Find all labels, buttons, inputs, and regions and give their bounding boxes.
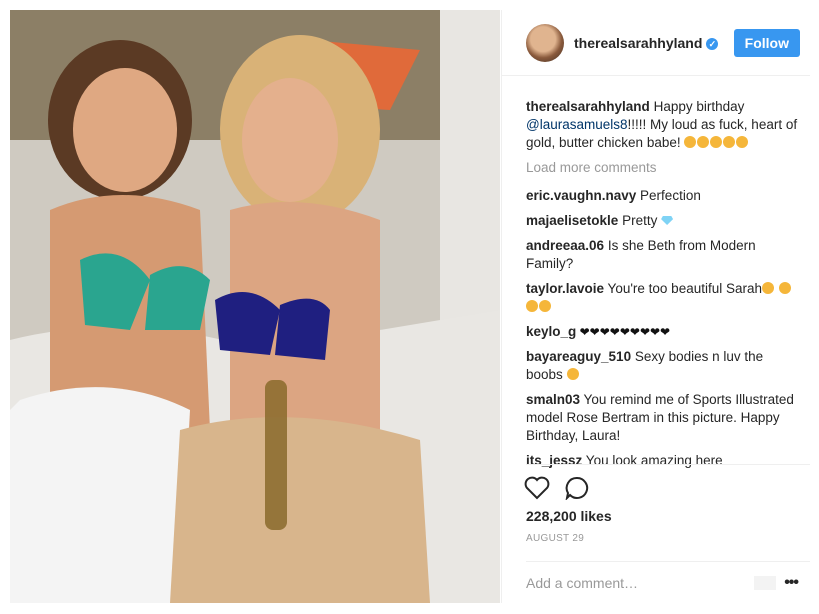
emoji-icon (762, 282, 774, 294)
comment-text: Pretty (618, 213, 662, 228)
comment-username[interactable]: taylor.lavoie (526, 281, 604, 296)
add-comment-bar: Add a comment… ••• (526, 561, 810, 604)
comment-username[interactable]: andreeaa.06 (526, 238, 604, 253)
avatar[interactable] (526, 23, 564, 62)
list-item: keylo_g ❤❤❤❤❤❤❤❤❤ (526, 323, 798, 341)
emoji-icon (526, 300, 538, 312)
emoji-icon (684, 136, 697, 148)
photo-illustration (10, 10, 500, 603)
list-item: eric.vaughn.navy Perfection (526, 187, 798, 205)
list-item: smaln03 You remind me of Sports Illustra… (526, 391, 798, 445)
emoji-icon (710, 136, 723, 148)
post-photo[interactable] (10, 10, 500, 603)
verified-badge-icon: ✓ (706, 37, 719, 50)
comment-username[interactable]: keylo_g (526, 324, 576, 339)
list-item: its_jessz You look amazing here (526, 452, 798, 470)
post-header: therealsarahhyland ✓ Follow (502, 10, 810, 76)
caption-mention[interactable]: @laurasamuels8 (526, 117, 628, 132)
post-sidebar: therealsarahhyland ✓ Follow therealsarahh… (501, 10, 810, 603)
comment-username[interactable]: bayareaguy_510 (526, 349, 631, 364)
comment-text: ❤❤❤❤❤❤❤❤❤ (576, 325, 671, 339)
comment-text: Perfection (636, 188, 701, 203)
divider (526, 464, 810, 465)
caption-text: Happy birthday (649, 99, 745, 114)
emoji-icon (566, 368, 579, 380)
add-comment-input[interactable]: Add a comment… (526, 575, 638, 591)
comment-attachment (754, 576, 777, 590)
comment-icon[interactable] (564, 476, 590, 505)
list-item: taylor.lavoie You're too beautiful Sarah (526, 280, 798, 316)
instagram-post: therealsarahhyland ✓ Follow therealsarahh… (0, 0, 819, 614)
post-date: AUGUST 29 (526, 533, 585, 544)
follow-button[interactable]: Follow (733, 28, 800, 57)
comment-username[interactable]: eric.vaughn.navy (526, 188, 636, 203)
more-options-icon[interactable]: ••• (784, 574, 799, 592)
emoji-icon (723, 136, 736, 148)
emoji-icon (778, 282, 791, 294)
list-item: andreeaa.06 Is she Beth from Modern Fami… (526, 237, 798, 273)
emoji-icon (736, 136, 749, 148)
emoji-icon (539, 300, 551, 312)
emoji-icon (697, 136, 710, 148)
caption: therealsarahhyland Happy birthday @laura… (526, 98, 798, 152)
comment-list: therealsarahhyland Happy birthday @laura… (502, 76, 810, 470)
gem-icon (661, 216, 674, 225)
caption-username[interactable]: therealsarahhyland (526, 99, 650, 114)
comment-username[interactable]: smaln03 (526, 392, 580, 407)
action-bar (524, 476, 590, 505)
list-item: majaelisetokle Pretty (526, 212, 798, 230)
heart-icon[interactable] (524, 476, 550, 505)
comment-text: You look amazing here (582, 453, 723, 468)
username[interactable]: therealsarahhyland ✓ (574, 35, 719, 51)
username-text[interactable]: therealsarahhyland (574, 35, 702, 51)
comment-username[interactable]: majaelisetokle (526, 213, 618, 228)
list-item: bayareaguy_510 Sexy bodies n luv the boo… (526, 348, 798, 384)
comment-text: You're too beautiful Sarah (604, 281, 762, 296)
like-count[interactable]: 228,200 likes (526, 508, 612, 524)
load-more-comments[interactable]: Load more comments (526, 159, 798, 177)
comment-username[interactable]: its_jessz (526, 453, 582, 468)
